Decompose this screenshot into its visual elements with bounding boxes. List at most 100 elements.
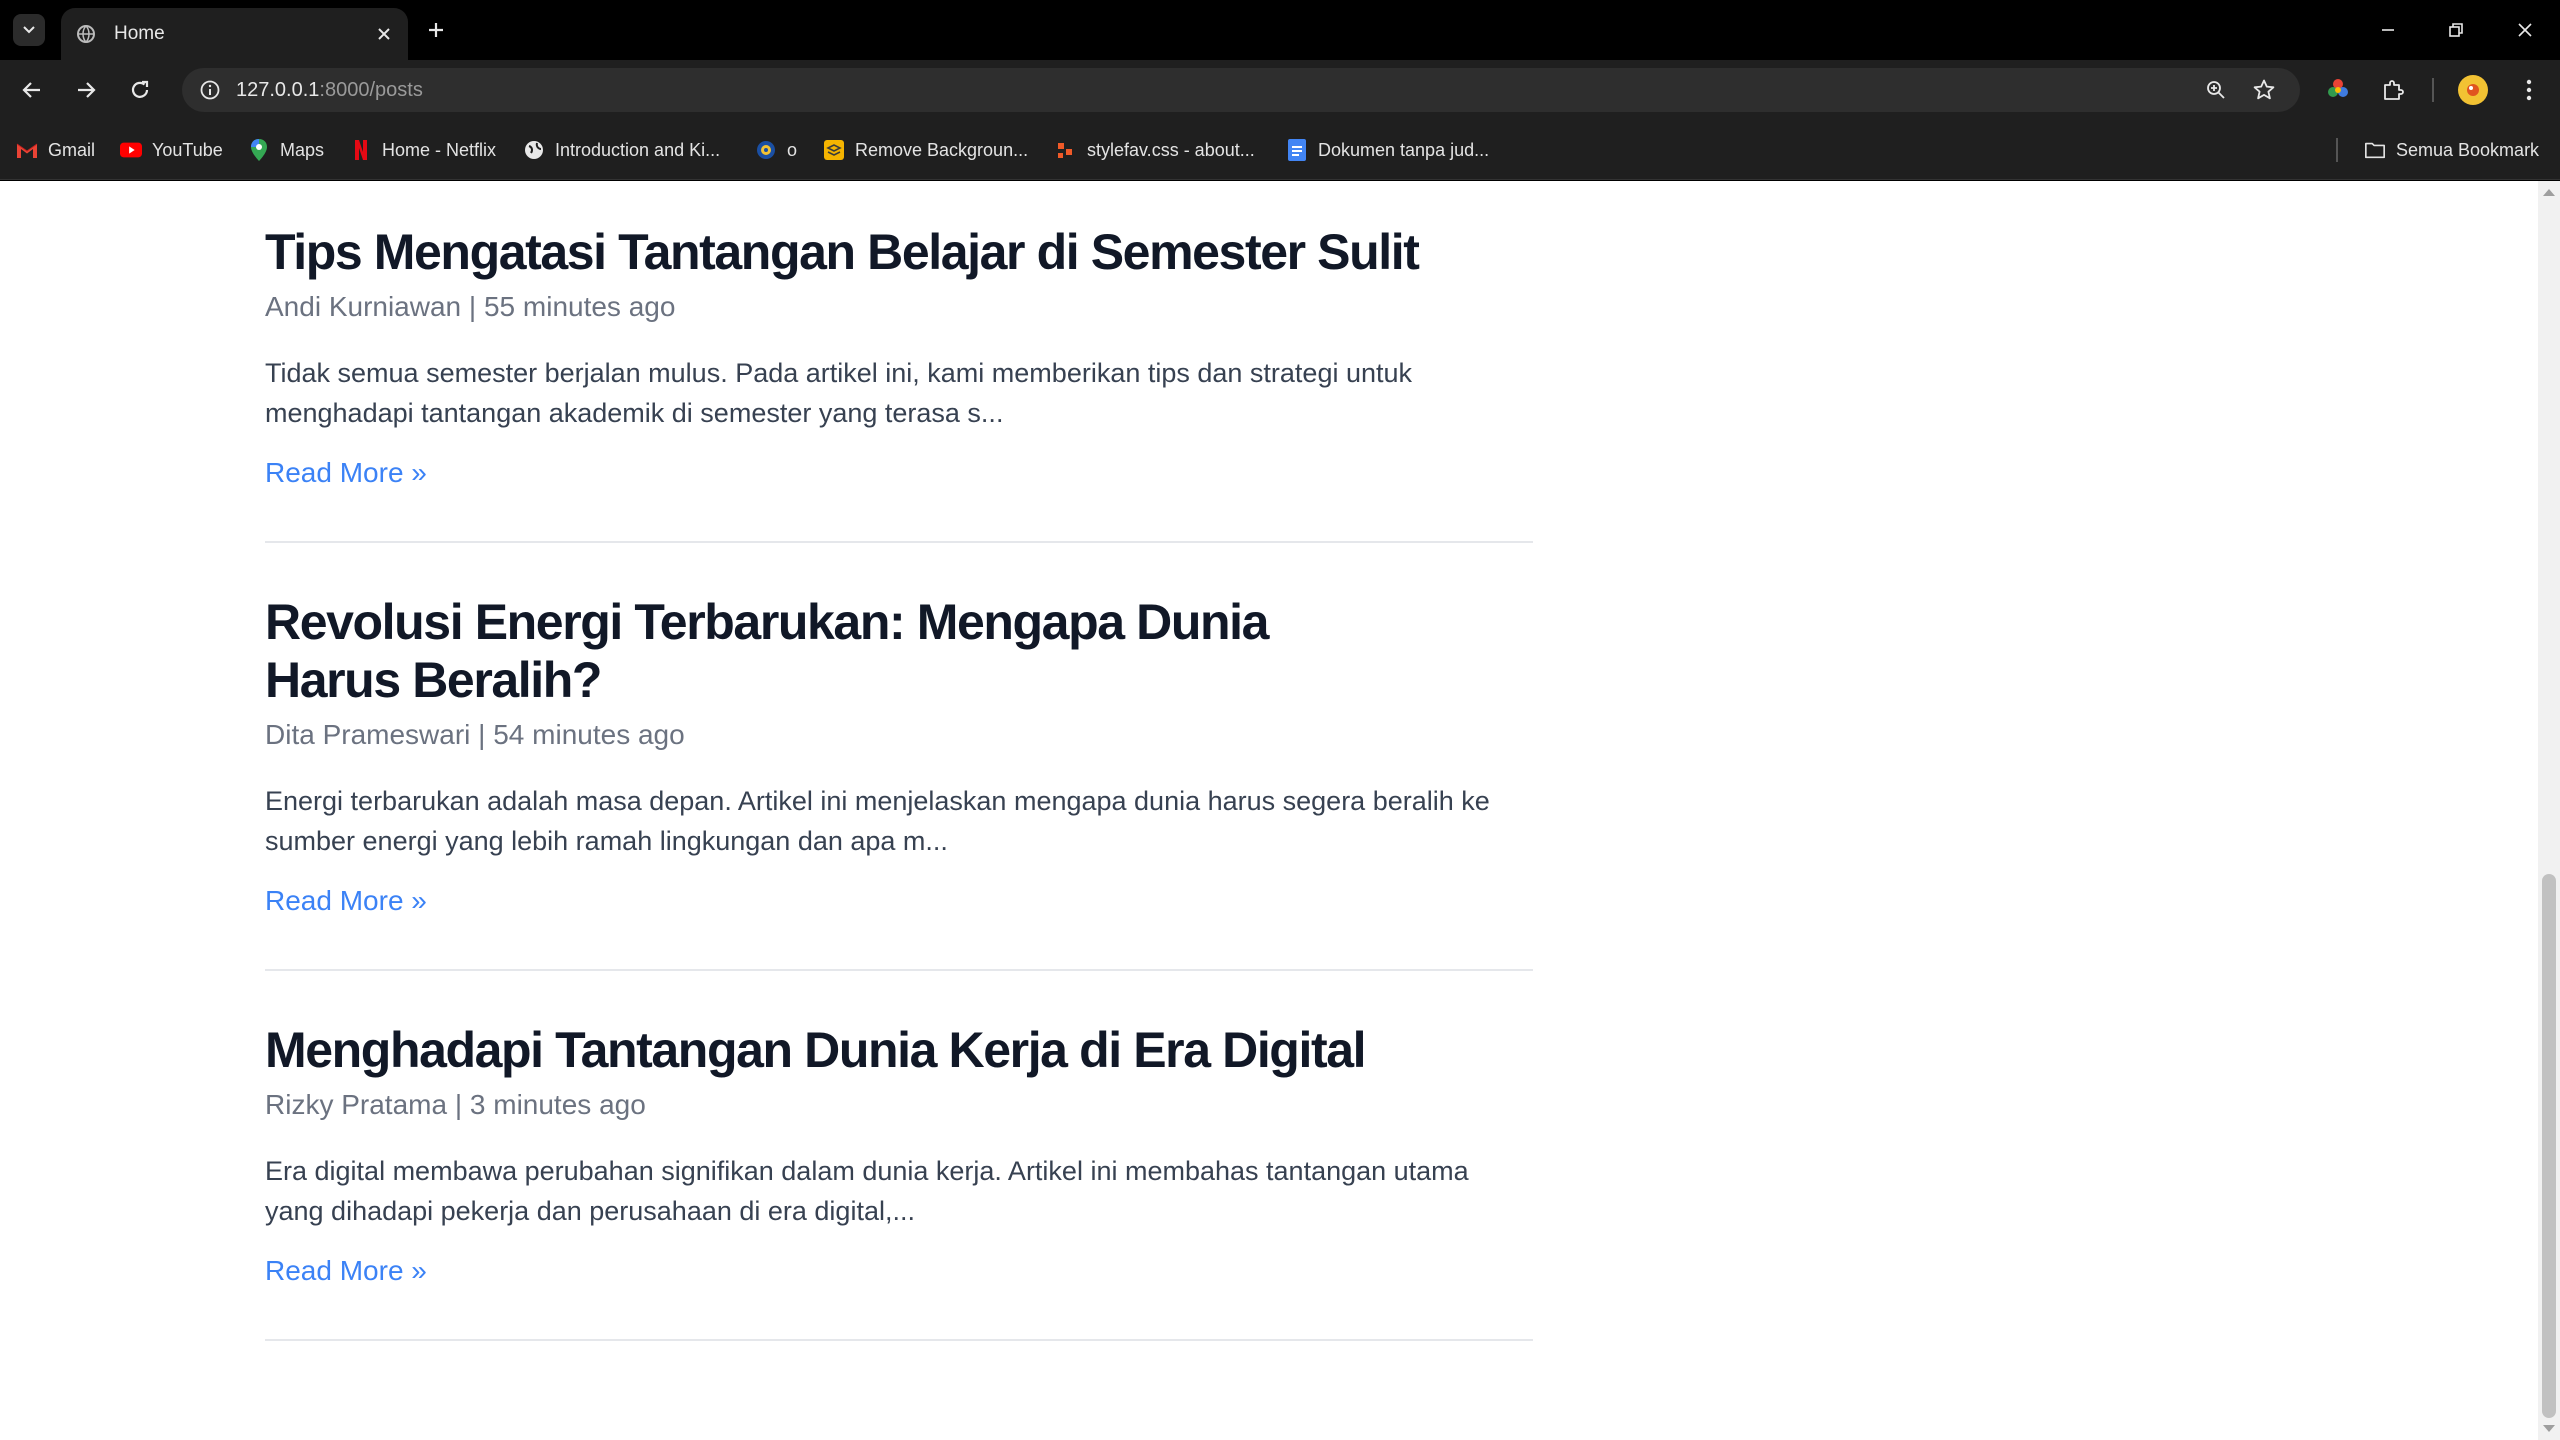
bookmark-label: Home - Netflix: [382, 139, 497, 160]
bookmark-label: Gmail: [48, 139, 96, 160]
bookmark-star-icon[interactable]: [2250, 76, 2278, 104]
bookmarks-divider: [2336, 138, 2338, 162]
avatar-icon: [2467, 84, 2479, 96]
post-time: 54 minutes ago: [493, 719, 685, 750]
minimize-button[interactable]: [2360, 10, 2416, 50]
read-more-link[interactable]: Read More »: [265, 457, 427, 489]
youtube-icon: [120, 139, 142, 161]
toolbar-divider: [2432, 78, 2434, 102]
zoom-icon[interactable]: [2202, 76, 2230, 104]
profile-avatar[interactable]: [2458, 75, 2488, 105]
post-author: Dita Prameswari: [265, 719, 471, 750]
bookmark-netflix[interactable]: Home - Netflix: [350, 136, 496, 164]
read-more-link[interactable]: Read More »: [265, 1255, 427, 1287]
bookmark-youtube[interactable]: YouTube: [120, 136, 223, 164]
globe-icon: [74, 22, 98, 46]
post-card: Menghadapi Tantangan Dunia Kerja di Era …: [265, 971, 1533, 1341]
bookmark-label: Dokumen tanpa jud...: [1318, 139, 1490, 160]
reload-icon: [131, 80, 149, 98]
post-title[interactable]: Revolusi Energi Terbarukan: Mengapa Duni…: [265, 593, 1395, 709]
badge-icon: [755, 139, 777, 161]
code-icon: [1055, 139, 1077, 161]
color-wheel-icon: [2328, 79, 2348, 97]
maps-icon: [248, 139, 270, 161]
bookmark-dokumen[interactable]: Dokumen tanpa jud...: [1286, 136, 1489, 164]
bookmark-o[interactable]: o: [755, 136, 797, 164]
bookmark-gmail[interactable]: Gmail: [16, 136, 95, 164]
meta-separator: |: [468, 291, 477, 322]
url-path: :8000/posts: [319, 79, 423, 101]
post-title[interactable]: Tips Mengatasi Tantangan Belajar di Seme…: [265, 223, 1533, 281]
close-icon: [2518, 23, 2532, 37]
url-text[interactable]: 127.0.0.1:8000/posts: [236, 79, 423, 102]
arrow-right-icon: [78, 82, 96, 98]
bookmark-stylefav[interactable]: stylefav.css - about...: [1055, 136, 1255, 164]
post-card: Revolusi Energi Terbarukan: Mengapa Duni…: [265, 543, 1533, 971]
bookmark-label: Remove Backgroun...: [855, 139, 1029, 160]
post-author: Andi Kurniawan: [265, 291, 462, 322]
restore-icon: [2449, 23, 2463, 37]
tab-search-button[interactable]: [13, 14, 45, 46]
removebg-icon: [823, 139, 845, 161]
forward-button[interactable]: [68, 72, 104, 108]
meta-separator: |: [454, 1089, 463, 1120]
minimize-icon: [2382, 29, 2394, 31]
close-window-button[interactable]: [2497, 10, 2553, 50]
post-time: 3 minutes ago: [469, 1089, 646, 1120]
post-title[interactable]: Menghadapi Tantangan Dunia Kerja di Era …: [265, 1021, 1533, 1079]
bookmarks-bar: Gmail YouTube Maps Home - Netflix Introd…: [0, 120, 2560, 180]
vertical-scrollbar[interactable]: [2538, 181, 2560, 1440]
post-excerpt: Tidak semua semester berjalan mulus. Pad…: [265, 358, 1413, 428]
chevron-down-icon: [23, 26, 35, 34]
new-tab-button[interactable]: [420, 14, 452, 46]
globe-icon: [523, 139, 545, 161]
arrow-left-icon: [22, 82, 40, 98]
posts-list: Tips Mengatasi Tantangan Belajar di Seme…: [265, 181, 1533, 1341]
post-excerpt: Era digital membawa perubahan signifikan…: [265, 1156, 1469, 1226]
scroll-up-icon[interactable]: [2543, 189, 2555, 196]
browser-toolbar: 127.0.0.1:8000/posts: [0, 60, 2560, 120]
extensions-button[interactable]: [2375, 72, 2411, 108]
scrollbar-thumb[interactable]: [2542, 874, 2556, 1418]
tab-home[interactable]: Home: [61, 8, 408, 60]
bookmark-maps[interactable]: Maps: [248, 136, 324, 164]
read-more-link[interactable]: Read More »: [265, 885, 427, 917]
docs-icon: [1286, 139, 1308, 161]
page-viewport: Tips Mengatasi Tantangan Belajar di Seme…: [0, 181, 2560, 1440]
post-author: Rizky Pratama: [265, 1089, 448, 1120]
all-bookmarks-button[interactable]: Semua Bookmark: [2364, 136, 2539, 164]
post-meta: Dita Prameswari | 54 minutes ago: [265, 719, 1533, 751]
scroll-down-icon[interactable]: [2543, 1425, 2555, 1432]
puzzle-icon: [2384, 80, 2404, 100]
gmail-icon: [16, 139, 38, 161]
bookmark-label: Introduction and Ki...: [555, 139, 721, 160]
post-card: Tips Mengatasi Tantangan Belajar di Seme…: [265, 181, 1533, 543]
bookmark-introduction[interactable]: Introduction and Ki...: [523, 136, 720, 164]
bookmark-label: stylefav.css - about...: [1087, 139, 1255, 160]
post-time: 55 minutes ago: [483, 291, 676, 322]
tab-title: Home: [114, 23, 165, 44]
kebab-menu-icon: [2526, 79, 2532, 101]
reload-button[interactable]: [122, 72, 158, 108]
plus-icon: [429, 23, 443, 37]
site-info-icon[interactable]: [196, 76, 224, 104]
color-extension-button[interactable]: [2320, 72, 2356, 108]
address-bar[interactable]: 127.0.0.1:8000/posts: [182, 68, 2300, 112]
url-host: 127.0.0.1: [236, 79, 320, 101]
meta-separator: |: [478, 719, 486, 750]
bookmark-label: Maps: [280, 139, 325, 160]
bookmark-removebg[interactable]: Remove Backgroun...: [823, 136, 1028, 164]
all-bookmarks-label: Semua Bookmark: [2396, 139, 2540, 160]
bookmark-label: o: [787, 139, 798, 160]
folder-icon: [2364, 139, 2386, 161]
bookmark-label: YouTube: [152, 139, 223, 160]
back-button[interactable]: [14, 72, 50, 108]
menu-button[interactable]: [2511, 72, 2547, 108]
restore-button[interactable]: [2428, 10, 2484, 50]
post-meta: Rizky Pratama | 3 minutes ago: [265, 1089, 1533, 1121]
netflix-icon: [350, 139, 372, 161]
close-icon[interactable]: [370, 20, 398, 48]
post-meta: Andi Kurniawan | 55 minutes ago: [265, 291, 1533, 323]
post-excerpt: Energi terbarukan adalah masa depan. Art…: [265, 786, 1490, 856]
tab-strip: Home: [0, 0, 2560, 60]
